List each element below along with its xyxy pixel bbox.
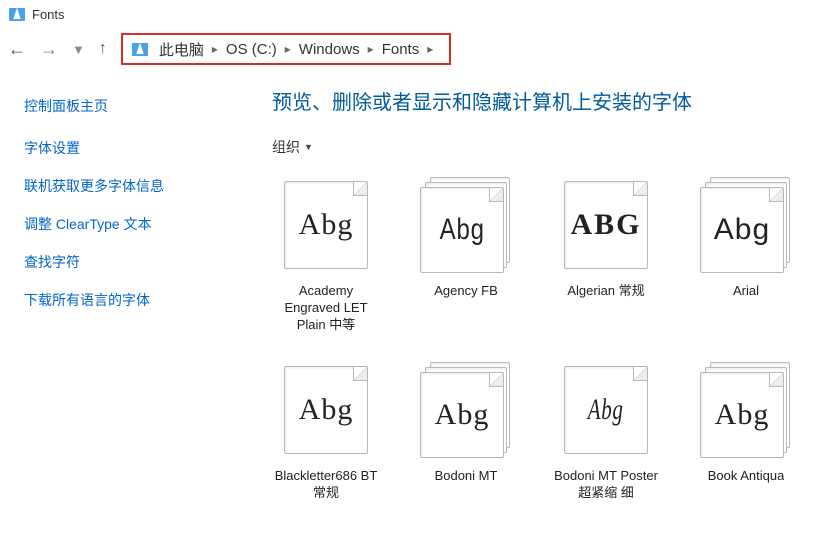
nav-row: ← → ▼ ↑ 此电脑 ▸ OS (C:) ▸ Windows ▸ Fonts … bbox=[0, 28, 827, 70]
font-item[interactable]: Abg Book Antiqua bbox=[692, 362, 800, 502]
sidebar-item-find-char[interactable]: 查找字符 bbox=[24, 252, 200, 272]
main-panel: 预览、删除或者显示和隐藏计算机上安装的字体 组织 ▼ Abg Academy En… bbox=[200, 70, 827, 541]
font-item[interactable]: Abg Bodoni MT Poster 超紧缩 细 bbox=[552, 362, 660, 502]
font-grid-row-2: Abg Blackletter686 BT 常规 Abg Bodoni MT Abg Bo… bbox=[272, 362, 827, 502]
font-name-label: Bodoni MT bbox=[435, 468, 498, 485]
sidebar-item-download-all-langs[interactable]: 下载所有语言的字体 bbox=[24, 290, 200, 310]
font-name-label: Arial bbox=[733, 283, 759, 300]
nav-recent-icon[interactable]: ▼ bbox=[72, 43, 85, 56]
chevron-down-icon: ▼ bbox=[304, 142, 313, 152]
organize-dropdown[interactable]: 组织 ▼ bbox=[272, 137, 313, 157]
chevron-right-icon[interactable]: ▸ bbox=[212, 42, 218, 56]
font-sample: Abg bbox=[299, 393, 354, 427]
font-item[interactable]: Abg Blackletter686 BT 常规 bbox=[272, 362, 380, 502]
chevron-right-icon[interactable]: ▸ bbox=[285, 42, 291, 56]
title-bar: Fonts bbox=[0, 0, 827, 28]
font-name-label: Academy Engraved LET Plain 中等 bbox=[272, 283, 380, 334]
font-item[interactable]: Abg Agency FB bbox=[412, 177, 520, 334]
font-item[interactable]: Abg Arial bbox=[692, 177, 800, 334]
font-name-label: Bodoni MT Poster 超紧缩 细 bbox=[552, 468, 660, 502]
font-thumbnail: ABG bbox=[560, 177, 652, 273]
font-item[interactable]: Abg Academy Engraved LET Plain 中等 bbox=[272, 177, 380, 334]
font-thumbnail: Abg bbox=[420, 177, 512, 273]
chevron-right-icon[interactable]: ▸ bbox=[427, 42, 433, 56]
font-sample: Abg bbox=[299, 208, 354, 242]
sidebar-item-get-more-fonts[interactable]: 联机获取更多字体信息 bbox=[24, 176, 200, 196]
font-sample: ABG bbox=[570, 208, 641, 242]
breadcrumb-item[interactable]: OS (C:) bbox=[226, 41, 277, 58]
font-thumbnail: Abg bbox=[560, 362, 652, 458]
nav-up-icon[interactable]: ↑ bbox=[99, 41, 107, 57]
address-bar[interactable]: 此电脑 ▸ OS (C:) ▸ Windows ▸ Fonts ▸ bbox=[121, 33, 451, 65]
nav-back-icon[interactable]: ← bbox=[8, 40, 26, 58]
breadcrumb-item[interactable]: Fonts bbox=[382, 41, 420, 58]
sidebar-item-cleartype[interactable]: 调整 ClearType 文本 bbox=[24, 214, 200, 234]
font-name-label: Algerian 常规 bbox=[567, 283, 644, 300]
organize-label: 组织 bbox=[272, 137, 300, 157]
page-heading: 预览、删除或者显示和隐藏计算机上安装的字体 bbox=[272, 86, 827, 115]
chevron-right-icon[interactable]: ▸ bbox=[368, 42, 374, 56]
font-sample: Abg bbox=[588, 393, 624, 427]
font-sample: Abg bbox=[714, 213, 770, 247]
sidebar-item-font-settings[interactable]: 字体设置 bbox=[24, 138, 200, 158]
font-name-label: Book Antiqua bbox=[708, 468, 785, 485]
font-thumbnail: Abg bbox=[280, 362, 372, 458]
font-thumbnail: Abg bbox=[420, 362, 512, 458]
fonts-folder-icon bbox=[8, 5, 26, 23]
breadcrumb-item[interactable]: Windows bbox=[299, 41, 360, 58]
sidebar: 控制面板主页 字体设置 联机获取更多字体信息 调整 ClearType 文本 查… bbox=[0, 70, 200, 541]
nav-forward-icon[interactable]: → bbox=[40, 40, 58, 58]
toolbar: 组织 ▼ bbox=[272, 137, 827, 157]
sidebar-item-control-panel-home[interactable]: 控制面板主页 bbox=[24, 96, 200, 116]
font-sample: Abg bbox=[439, 213, 484, 247]
fonts-folder-icon bbox=[131, 40, 149, 58]
font-item[interactable]: Abg Bodoni MT bbox=[412, 362, 520, 502]
font-sample: Abg bbox=[715, 398, 770, 432]
font-thumbnail: Abg bbox=[700, 177, 792, 273]
font-grid-row-1: Abg Academy Engraved LET Plain 中等 Abg Agenc… bbox=[272, 177, 827, 334]
font-name-label: Blackletter686 BT 常规 bbox=[272, 468, 380, 502]
font-sample: Abg bbox=[435, 398, 490, 432]
font-name-label: Agency FB bbox=[434, 283, 498, 300]
window-title: Fonts bbox=[32, 7, 65, 22]
font-thumbnail: Abg bbox=[700, 362, 792, 458]
font-thumbnail: Abg bbox=[280, 177, 372, 273]
breadcrumb-item[interactable]: 此电脑 bbox=[159, 39, 204, 60]
font-item[interactable]: ABG Algerian 常规 bbox=[552, 177, 660, 334]
